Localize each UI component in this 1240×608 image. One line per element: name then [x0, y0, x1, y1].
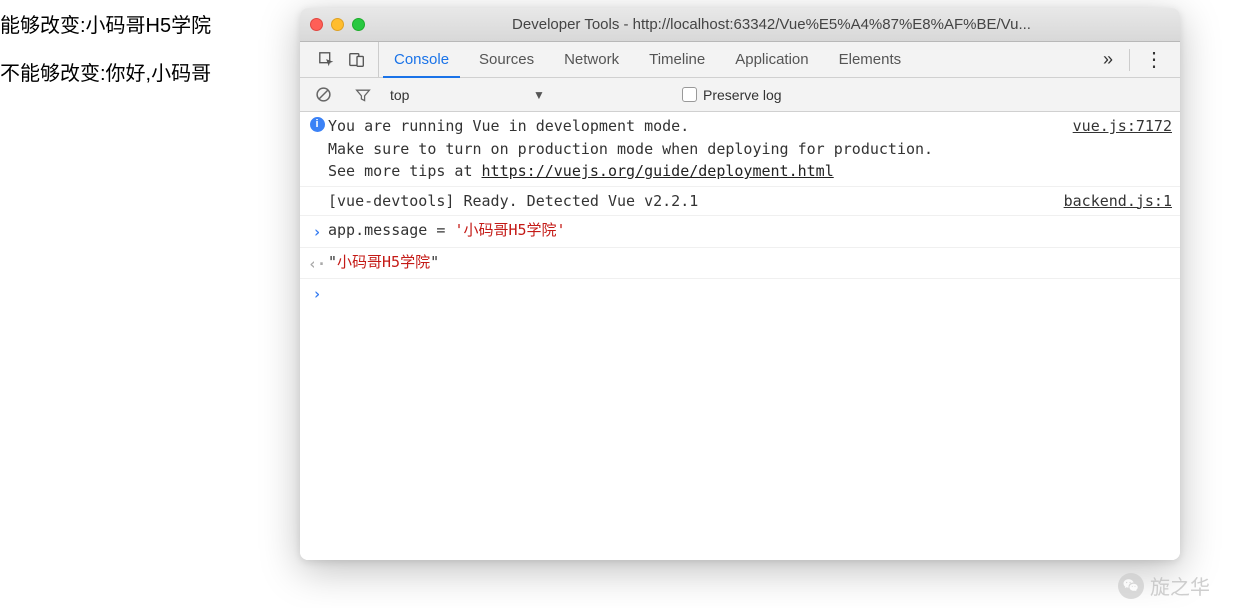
tab-application[interactable]: Application [720, 42, 823, 77]
devtools-tabs-row: ConsoleSourcesNetworkTimelineApplication… [300, 42, 1180, 78]
clear-console-icon[interactable] [310, 82, 336, 108]
preserve-log-toggle[interactable]: Preserve log [682, 87, 782, 103]
console-row: [vue-devtools] Ready. Detected Vue v2.2.… [300, 187, 1180, 217]
window-minimize-button[interactable] [331, 18, 344, 31]
page-line-1: 能够改变:小码哥H5学院 [0, 10, 211, 42]
console-source-link[interactable]: vue.js:7172 [1061, 115, 1172, 183]
devtools-window: Developer Tools - http://localhost:63342… [300, 8, 1180, 560]
devtools-menu-button[interactable]: ⋮ [1134, 47, 1174, 72]
preserve-log-label: Preserve log [703, 87, 782, 103]
window-maximize-button[interactable] [352, 18, 365, 31]
tab-network[interactable]: Network [549, 42, 634, 77]
prompt-input-icon: › [312, 285, 321, 303]
prompt-output-icon: ‹· [306, 251, 328, 276]
preserve-log-checkbox[interactable] [682, 87, 697, 102]
filter-icon[interactable] [350, 82, 376, 108]
wechat-icon [1118, 573, 1144, 599]
context-selector[interactable]: top ▼ [390, 87, 668, 103]
tab-timeline[interactable]: Timeline [634, 42, 720, 77]
tab-elements[interactable]: Elements [824, 42, 917, 77]
page-line-2: 不能够改变:你好,小码哥 [0, 58, 211, 90]
console-output[interactable]: iYou are running Vue in development mode… [300, 112, 1180, 560]
window-close-button[interactable] [310, 18, 323, 31]
watermark-text: 旋之华 [1150, 571, 1210, 600]
console-row: ›app.message = '小码哥H5学院' [300, 216, 1180, 248]
window-title: Developer Tools - http://localhost:63342… [373, 16, 1170, 33]
titlebar: Developer Tools - http://localhost:63342… [300, 8, 1180, 42]
inspect-icon[interactable] [314, 47, 340, 73]
info-icon: i [310, 117, 325, 132]
tab-console[interactable]: Console [379, 42, 464, 77]
console-source-link[interactable]: backend.js:1 [1052, 190, 1172, 213]
context-selector-label: top [390, 87, 525, 103]
device-toggle-icon[interactable] [344, 47, 370, 73]
console-row: iYou are running Vue in development mode… [300, 112, 1180, 187]
tabs-overflow-button[interactable]: » [1091, 49, 1125, 70]
console-link[interactable]: https://vuejs.org/guide/deployment.html [482, 162, 834, 180]
chevron-down-icon: ▼ [533, 88, 668, 102]
console-input-prompt[interactable]: › [300, 279, 1180, 307]
watermark: 旋之华 [1118, 571, 1210, 600]
tab-sources[interactable]: Sources [464, 42, 549, 77]
console-row: ‹·"小码哥H5学院" [300, 248, 1180, 280]
prompt-input-icon: › [306, 219, 328, 244]
console-filter-bar: top ▼ Preserve log [300, 78, 1180, 112]
